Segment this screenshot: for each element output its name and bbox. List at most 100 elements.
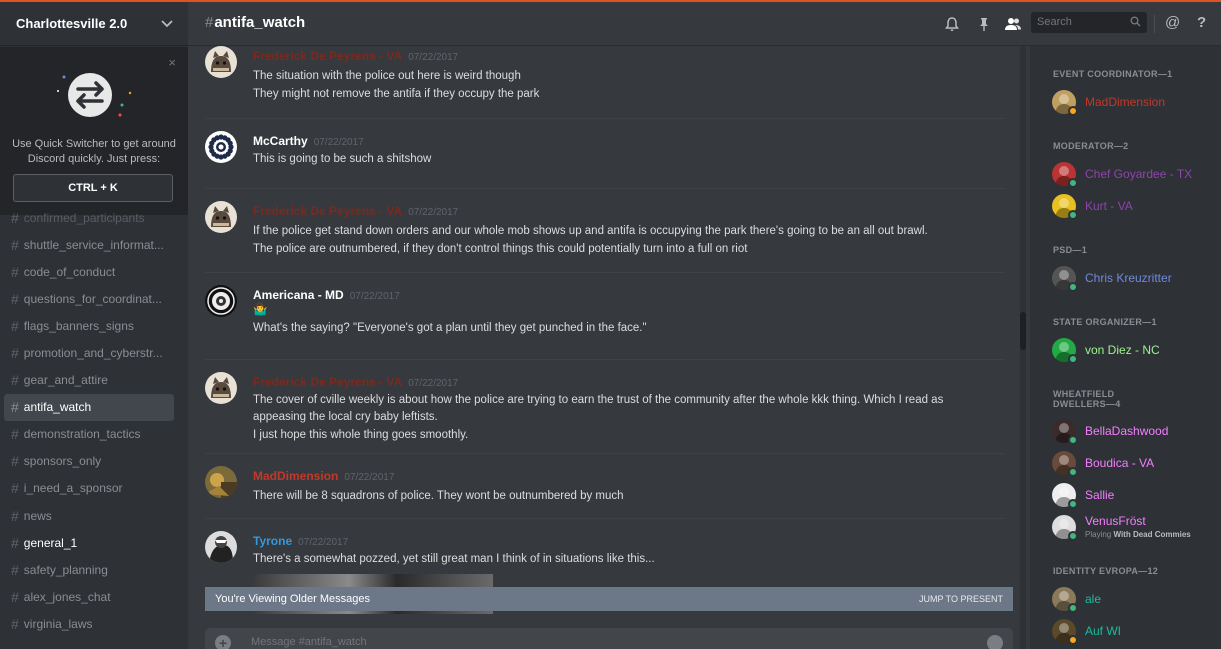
channel-item[interactable]: # flags_banners_signs — [4, 312, 174, 339]
author-name[interactable]: MadDimension — [253, 469, 338, 483]
message-header: Tyrone 07/22/2017 — [253, 534, 348, 548]
quick-switcher-tip: × Use Quick Switcher to get around Disco… — [0, 47, 188, 215]
author-name[interactable]: Tyrone — [253, 534, 292, 548]
author-name[interactable]: Frederick De Peyrens - VA — [253, 204, 402, 218]
jump-to-present-button[interactable]: JUMP TO PRESENT — [919, 594, 1003, 604]
channel-item[interactable]: # i_need_a_sponsor — [4, 475, 174, 502]
user-avatar[interactable] — [205, 201, 237, 233]
upload-plus-icon[interactable]: + — [215, 635, 231, 649]
pin-icon[interactable] — [976, 16, 992, 32]
channel-item[interactable]: # questions_for_coordinat... — [4, 285, 174, 312]
channel-item[interactable]: # general_1 — [4, 529, 174, 556]
author-name[interactable]: Frederick De Peyrens - VA — [253, 375, 402, 389]
channel-item[interactable]: # antifa_watch — [4, 393, 174, 421]
message-header: McCarthy 07/22/2017 — [253, 134, 364, 148]
chevron-down-icon[interactable] — [160, 17, 174, 31]
channel-hash-icon: # — [11, 345, 19, 362]
member-item[interactable]: Boudica - VA — [1052, 448, 1217, 478]
role-header: WHEATFIELD DWELLERS—4 — [1053, 389, 1121, 409]
close-icon[interactable]: × — [168, 55, 176, 70]
user-avatar[interactable] — [205, 372, 237, 404]
author-name[interactable]: Frederick De Peyrens - VA — [253, 49, 402, 63]
channel-name: virginia_laws — [23, 616, 93, 631]
channel-name: sponsors_only — [23, 454, 102, 469]
bell-icon[interactable] — [944, 16, 960, 32]
channel-item[interactable]: # code_of_conduct — [4, 258, 174, 285]
member-item[interactable]: BellaDashwood — [1052, 416, 1217, 446]
member-item[interactable]: ale — [1052, 584, 1217, 614]
channel-item[interactable]: # promotion_and_cyberstr... — [4, 339, 174, 366]
message-text: If the police get stand down orders and … — [253, 225, 928, 237]
message-composer[interactable]: + Message #antifa_watch — [205, 628, 1013, 649]
message-header: Americana - MD 07/22/2017 — [253, 288, 400, 302]
member-name: Auf WI — [1085, 624, 1122, 638]
guild-header[interactable]: Charlottesville 2.0 — [0, 2, 188, 46]
member-item[interactable]: VenusFröst Playing With Dead Commies — [1052, 512, 1217, 542]
channel-sidebar: Charlottesville 2.0 × Use Quick Switcher… — [0, 2, 188, 649]
channel-hash-icon: # — [11, 209, 19, 226]
channel-hash-icon: # — [11, 263, 19, 280]
role-header: EVENT COORDINATOR—1 — [1053, 69, 1173, 79]
user-avatar[interactable] — [205, 531, 237, 563]
search-input[interactable]: Search — [1031, 12, 1147, 33]
member-item[interactable]: Chris Kreuzritter — [1052, 263, 1217, 293]
older-messages-label: You're Viewing Older Messages — [215, 593, 370, 605]
member-name: ale — [1085, 592, 1102, 606]
channel-hash-icon: # — [11, 426, 19, 443]
channel-name: questions_for_coordinat... — [23, 291, 162, 306]
channel-item[interactable]: # gear_and_attire — [4, 367, 174, 394]
channel-title: #antifa_watch — [205, 14, 305, 31]
emoji-icon[interactable] — [987, 635, 1003, 649]
message-divider — [205, 118, 1005, 119]
user-avatar[interactable] — [205, 46, 237, 78]
channel-item[interactable]: # shuttle_service_informat... — [4, 231, 174, 258]
member-item[interactable]: Sallie — [1052, 480, 1217, 510]
channel-item[interactable]: # safety_planning — [4, 556, 174, 583]
message-text: appeasing the local cry baby leftists. — [253, 411, 438, 423]
role-header: IDENTITY EVROPA—12 — [1053, 566, 1159, 576]
member-item[interactable]: Auf WI — [1052, 616, 1217, 646]
user-avatar[interactable] — [205, 131, 237, 163]
channel-item[interactable]: # confirmed_participants — [4, 204, 174, 231]
swap-arrows-icon — [57, 73, 132, 117]
channel-name: gear_and_attire — [23, 373, 108, 388]
channel-list: # confirmed_participants # shuttle_service_… — [0, 204, 188, 638]
channel-item[interactable]: # demonstration_tactics — [4, 421, 174, 448]
message-divider — [205, 518, 1005, 519]
member-item[interactable]: Chef Goyardee - TX — [1052, 159, 1217, 189]
scrollbar-thumb[interactable] — [1020, 312, 1026, 350]
members-icon[interactable] — [1004, 16, 1022, 32]
message-timestamp: 07/22/2017 — [313, 137, 364, 148]
channel-hash-icon: # — [11, 372, 19, 389]
message-timestamp: 07/22/2017 — [349, 291, 400, 302]
quick-switcher-text: Use Quick Switcher to get around Discord… — [0, 137, 188, 167]
status-indicator — [1068, 106, 1078, 116]
channel-item[interactable]: # virginia_laws — [4, 610, 174, 637]
at-icon[interactable]: @ — [1165, 14, 1181, 31]
user-avatar[interactable] — [205, 285, 237, 317]
user-avatar[interactable] — [205, 466, 237, 498]
message-text: There will be 8 squadrons of police. The… — [253, 490, 624, 502]
member-item[interactable]: Kurt - VA — [1052, 191, 1217, 221]
channel-name: antifa_watch — [23, 400, 92, 415]
message-divider — [205, 272, 1005, 273]
channel-item[interactable]: # news — [4, 502, 174, 529]
channel-hash-icon: # — [11, 534, 19, 551]
channel-hash-icon: # — [11, 561, 19, 578]
message-text: I just hope this whole thing goes smooth… — [253, 429, 469, 441]
channel-item[interactable]: # alex_jones_chat — [4, 583, 174, 610]
member-item[interactable]: MadDimension — [1052, 87, 1217, 117]
author-name[interactable]: McCarthy — [253, 134, 308, 148]
activity-prefix: Playing — [1085, 530, 1114, 539]
header-separator — [1154, 15, 1155, 33]
channel-name: flags_banners_signs — [23, 318, 134, 333]
member-item[interactable]: von Diez - NC — [1052, 335, 1217, 365]
message-header: Frederick De Peyrens - VA 07/22/2017 — [253, 375, 458, 389]
channel-name: alex_jones_chat — [23, 589, 111, 604]
channel-hash-icon: # — [11, 453, 19, 470]
channel-item[interactable]: # sponsors_only — [4, 448, 174, 475]
channel-name: shuttle_service_informat... — [23, 237, 164, 252]
author-name[interactable]: Americana - MD — [253, 288, 344, 302]
help-icon[interactable]: ? — [1197, 14, 1213, 31]
message-text: This is going to be such a shitshow — [253, 153, 432, 165]
